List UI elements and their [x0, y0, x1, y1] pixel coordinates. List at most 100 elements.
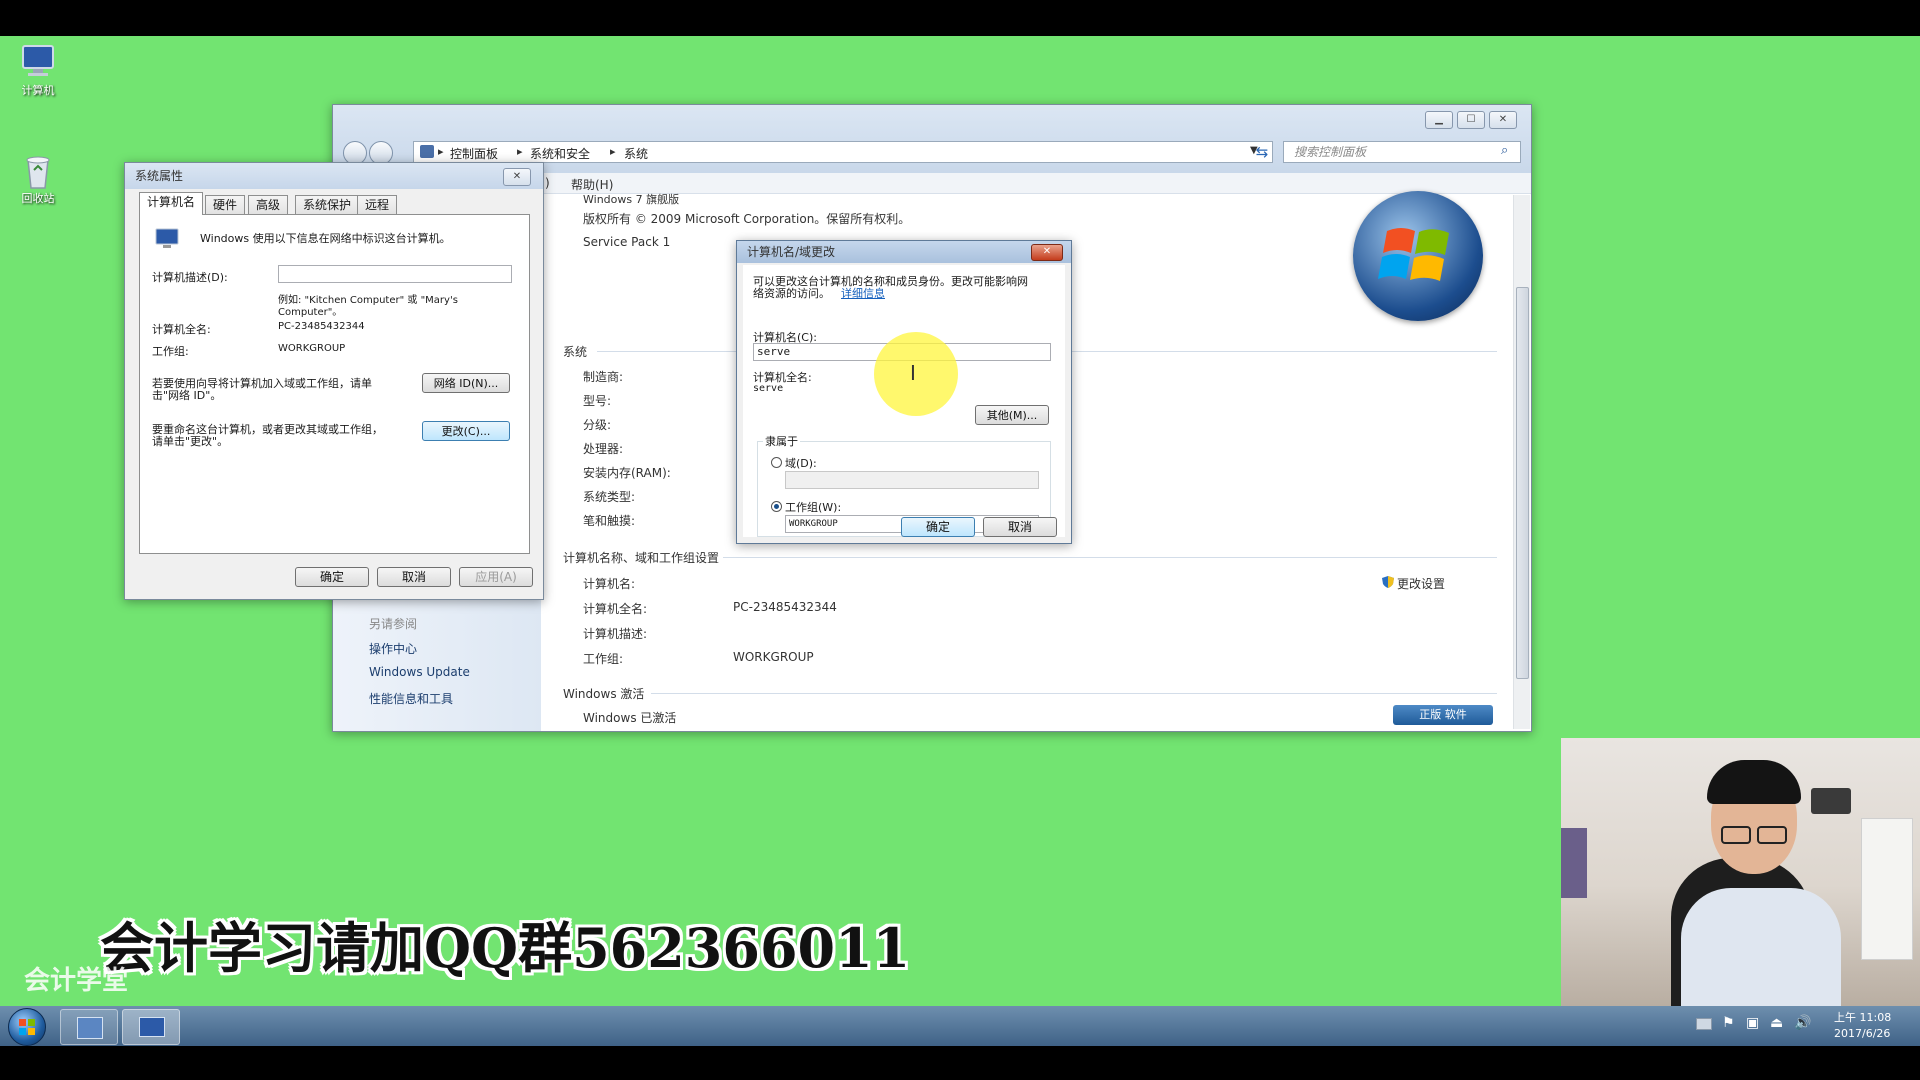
link-performance-tools[interactable]: 性能信息和工具 — [369, 690, 453, 707]
system-section-heading: 系统 — [563, 345, 588, 359]
domain-input[interactable] — [785, 471, 1039, 489]
label-full-name: 计算机全名: — [583, 602, 648, 616]
volume-icon[interactable]: 🔊 — [1794, 1015, 1811, 1031]
shield-icon — [1381, 575, 1395, 589]
full-name-value: PC-23485432344 — [278, 321, 365, 332]
close-button[interactable]: ✕ — [503, 168, 531, 186]
label-ram: 安装内存(RAM): — [583, 466, 671, 480]
breadcrumb-system[interactable]: 系统 — [624, 145, 648, 162]
network-icon[interactable]: ▣ — [1746, 1015, 1759, 1031]
removable-device-icon[interactable]: ⏏ — [1770, 1015, 1783, 1031]
watermark-logo: 会计学堂 — [24, 966, 129, 996]
watermark-text: 会计学习请加QQ群562366011 — [100, 916, 911, 980]
refresh-icon[interactable]: ⇆ — [1251, 141, 1273, 163]
clock-date[interactable]: 2017/6/26 — [1834, 1027, 1890, 1040]
action-center-flag-icon[interactable]: ⚑ — [1722, 1015, 1735, 1031]
workgroup-label: 工作组: — [152, 345, 189, 358]
menu-item-partial[interactable]: ) — [545, 176, 550, 190]
link-windows-update[interactable]: Windows Update — [369, 665, 470, 679]
dialog-title: 系统属性 — [125, 163, 543, 189]
person-hair — [1707, 760, 1801, 804]
label-pen-touch: 笔和触摸: — [583, 514, 636, 528]
breadcrumb-separator-icon: ▸ — [610, 145, 616, 158]
search-input[interactable]: 搜索控制面板 — [1283, 141, 1521, 163]
label-processor: 处理器: — [583, 442, 624, 456]
rename-text: 请单击"更改"。 — [152, 435, 229, 448]
scrollbar[interactable] — [1513, 195, 1530, 729]
genuine-software-button[interactable]: 正版 软件 — [1393, 705, 1493, 725]
network-id-button[interactable]: 网络 ID(N)... — [422, 373, 510, 393]
desktop-icon-label: 回收站 — [21, 192, 55, 205]
glasses — [1757, 826, 1787, 844]
label-workgroup: 工作组: — [583, 652, 624, 666]
taskbar: ⚑ ▣ ⏏ 🔊 上午 11:08 2017/6/26 — [0, 1006, 1920, 1046]
keyboard-icon[interactable] — [1696, 1018, 1712, 1030]
copyright-text: 版权所有 © 2009 Microsoft Corporation。保留所有权利… — [583, 212, 911, 226]
scrollbar-thumb[interactable] — [1516, 287, 1529, 679]
start-button[interactable] — [8, 1008, 46, 1046]
apply-button[interactable]: 应用(A) — [459, 567, 533, 587]
cancel-button[interactable]: 取消 — [377, 567, 451, 587]
cabinet — [1861, 818, 1913, 960]
domain-radio[interactable] — [771, 457, 782, 468]
glasses — [1721, 826, 1751, 844]
tab-computer-name[interactable]: 计算机名 — [139, 192, 204, 215]
close-button[interactable]: ✕ — [1031, 244, 1063, 261]
network-id-text: 击"网络 ID"。 — [152, 389, 222, 402]
label-rating: 分级: — [583, 418, 612, 432]
breadcrumb-separator-icon: ▸ — [438, 145, 444, 158]
full-name-value: PC-23485432344 — [733, 600, 837, 614]
desktop-icon-computer[interactable]: 计算机 — [8, 44, 68, 98]
tab-advanced[interactable]: 高级 — [248, 195, 289, 214]
tab-remote[interactable]: 远程 — [357, 195, 398, 214]
breadcrumb-system-security[interactable]: 系统和安全 — [530, 145, 590, 162]
webcam-overlay — [1561, 738, 1920, 1006]
link-action-center[interactable]: 操作中心 — [369, 640, 417, 657]
change-settings-link[interactable]: 更改设置 — [1397, 575, 1445, 592]
intro-text: Windows 使用以下信息在网络中标识这台计算机。 — [200, 232, 451, 245]
details-link[interactable]: 详细信息 — [841, 285, 885, 301]
person-shirt — [1681, 888, 1841, 1006]
wall-poster — [1561, 828, 1587, 898]
search-icon[interactable]: ⌕ — [1501, 143, 1508, 158]
change-button[interactable]: 更改(C)... — [422, 421, 510, 441]
service-pack: Service Pack 1 — [583, 235, 671, 249]
maximize-button[interactable]: ☐ — [1457, 111, 1485, 129]
label-manufacturer: 制造商: — [583, 370, 624, 384]
clock-time[interactable]: 上午 11:08 — [1834, 1009, 1891, 1025]
label-model: 型号: — [583, 394, 612, 408]
cancel-button[interactable]: 取消 — [983, 517, 1057, 537]
tab-hardware[interactable]: 硬件 — [205, 195, 246, 214]
desktop-icon-recycle-bin[interactable]: 回收站 — [8, 152, 68, 206]
description-label: 计算机描述(D): — [152, 271, 228, 284]
taskbar-item-control-panel[interactable] — [60, 1009, 118, 1045]
breadcrumb-separator-icon: ▸ — [517, 145, 523, 158]
description-input[interactable] — [278, 265, 512, 283]
computer-network-icon — [152, 227, 182, 249]
close-button[interactable]: ✕ — [1489, 111, 1517, 129]
computer-icon — [19, 44, 57, 78]
ok-button[interactable]: 确定 — [901, 517, 975, 537]
name-section-heading: 计算机名称、域和工作组设置 — [563, 551, 720, 565]
tab-system-protection[interactable]: 系统保护 — [295, 195, 360, 214]
taskbar-item-system-properties[interactable] — [122, 1009, 180, 1045]
desktop-icon-label: 计算机 — [21, 84, 55, 97]
full-name-label: 计算机全名: — [152, 323, 211, 336]
windows-edition: Windows 7 旗舰版 — [583, 193, 680, 206]
label-system-type: 系统类型: — [583, 490, 636, 504]
section-divider — [723, 557, 1497, 558]
dialog-title: 计算机名/域更改 — [737, 241, 1071, 263]
minimize-button[interactable]: ▁ — [1425, 111, 1453, 129]
member-of-label: 隶属于 — [763, 433, 800, 449]
control-panel-icon — [420, 145, 434, 158]
activation-status: Windows 已激活 — [583, 711, 677, 725]
workgroup-value: WORKGROUP — [733, 650, 814, 664]
recycle-bin-icon — [19, 152, 57, 189]
address-bar[interactable]: ▸ 控制面板 ▸ 系统和安全 ▸ 系统 ▼ — [413, 141, 1273, 163]
see-also-heading: 另请参阅 — [369, 617, 418, 631]
label-description: 计算机描述: — [583, 627, 648, 641]
ok-button[interactable]: 确定 — [295, 567, 369, 587]
breadcrumb-control-panel[interactable]: 控制面板 — [450, 145, 498, 162]
more-button[interactable]: 其他(M)... — [975, 405, 1049, 425]
workgroup-radio[interactable] — [771, 501, 782, 512]
